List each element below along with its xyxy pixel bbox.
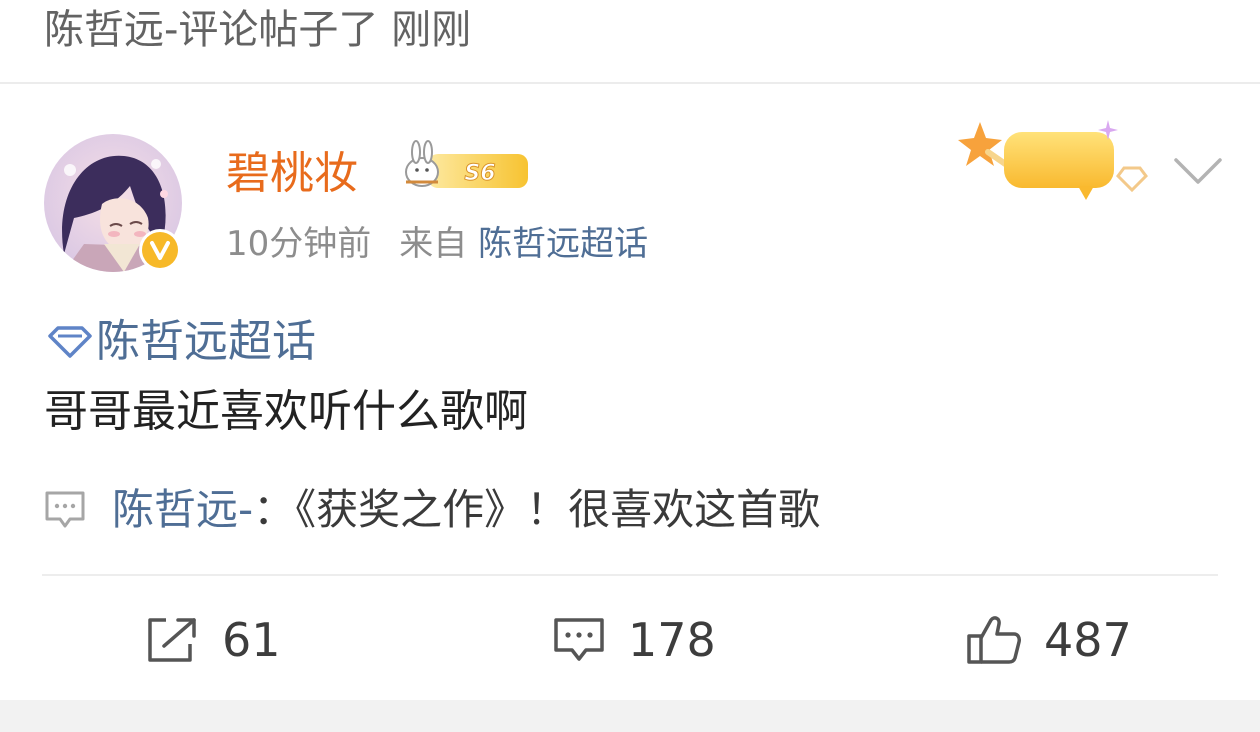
repost-icon: [148, 618, 196, 662]
like-count: 487: [1044, 613, 1132, 667]
comment-count: 178: [628, 613, 716, 667]
feed-separator: [0, 700, 1260, 732]
reply-author[interactable]: 陈哲远-: [112, 480, 253, 540]
source-link[interactable]: 陈哲远超话: [478, 224, 648, 264]
repost-count: 61: [222, 613, 281, 667]
post-text: 哥哥最近喜欢听什么歌啊: [44, 386, 528, 437]
topic-text[interactable]: 陈哲远超话: [96, 312, 316, 372]
post-time: 10分钟前: [226, 224, 372, 264]
post-meta: 10分钟前 来自 陈哲远超话: [226, 220, 648, 268]
like-button[interactable]: 487: [966, 606, 1132, 674]
comment-icon: [554, 618, 604, 661]
source-prefix: 来自: [399, 224, 468, 264]
user-level-badge: S6: [398, 138, 530, 198]
reply-preview[interactable]: 陈哲远-：《获奖之作》！很喜欢这首歌: [44, 480, 820, 540]
supertopic-badge[interactable]: [958, 112, 1156, 212]
reply-text: ：《获奖之作》！很喜欢这首歌: [253, 485, 821, 534]
level-badge-label: S6: [464, 161, 495, 186]
thumbs-up-icon: [967, 616, 1021, 664]
comment-bubble-icon: [44, 490, 86, 530]
repost-button[interactable]: 61: [146, 606, 281, 674]
diamond-icon: [46, 325, 94, 359]
chevron-down-icon[interactable]: [1172, 150, 1224, 190]
author-name[interactable]: 碧桃妆: [226, 146, 358, 202]
topic-tag[interactable]: 陈哲远超话: [46, 312, 316, 372]
divider: [42, 574, 1218, 576]
verified-badge-icon: [138, 228, 182, 272]
comment-button[interactable]: 178: [552, 606, 716, 674]
notification-header[interactable]: 陈哲远-评论帖子了 刚刚: [0, 0, 1260, 84]
notification-text: 陈哲远-评论帖子了 刚刚: [44, 7, 472, 53]
